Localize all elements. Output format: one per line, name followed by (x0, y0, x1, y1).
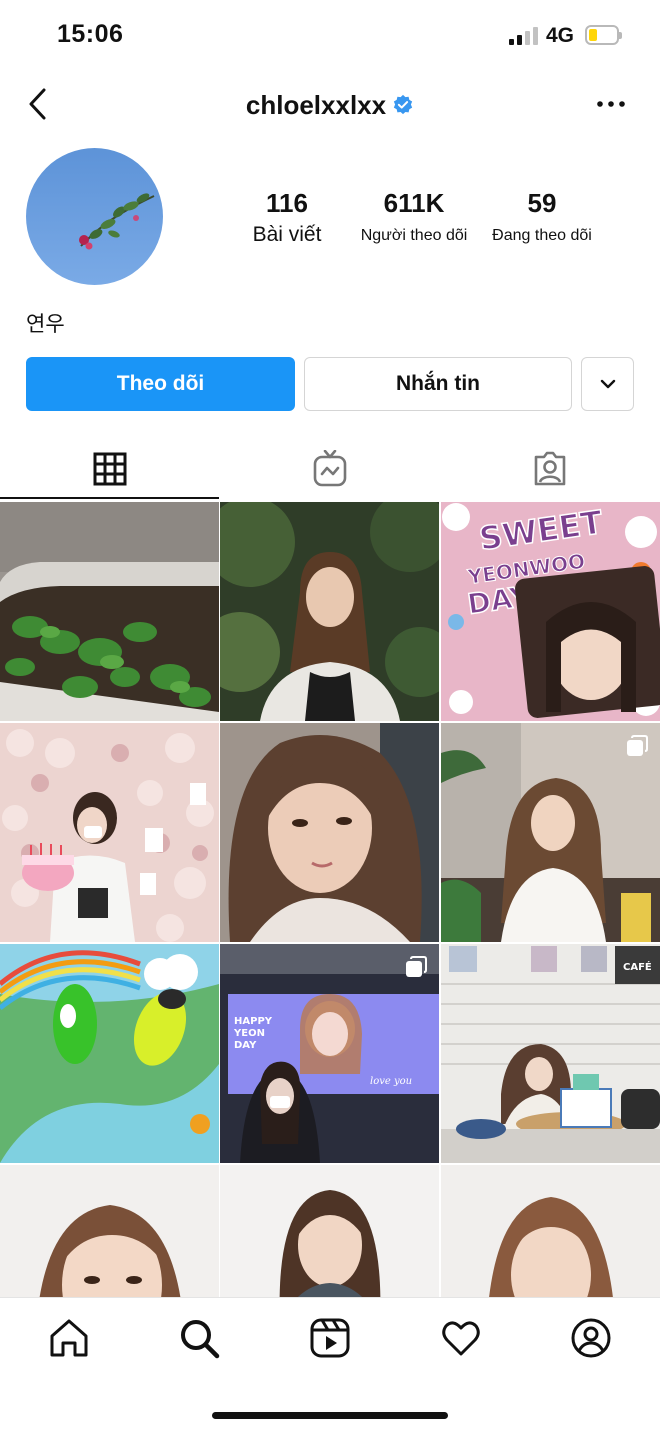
cafe-sign-text: CAFÉ (623, 960, 652, 973)
post-thumbnail[interactable] (441, 1165, 660, 1297)
post-thumbnail[interactable] (0, 1165, 219, 1297)
grid-icon (93, 452, 126, 486)
screen-text: DAY (234, 1040, 257, 1051)
username: chloelxxlxx (245, 90, 387, 120)
post-thumbnail[interactable] (441, 723, 660, 942)
profile-header: chloelxxlxx (0, 72, 660, 142)
tab-tagged[interactable] (440, 440, 660, 498)
post-thumbnail[interactable] (0, 723, 219, 942)
network-type: 4G (546, 24, 575, 47)
tagged-icon (534, 451, 566, 486)
search-icon[interactable] (177, 1316, 221, 1360)
multi-post-icon (627, 735, 648, 756)
tab-posts-grid[interactable] (0, 440, 219, 498)
follow-button[interactable]: Theo dõi (26, 357, 295, 411)
heart-icon[interactable] (439, 1316, 483, 1360)
stat-posts-value: 116 (266, 188, 308, 218)
screen-text: YEON (233, 1028, 265, 1039)
stat-followers-label: Người theo dõi (360, 227, 468, 244)
suggestions-dropdown-button[interactable] (581, 357, 634, 411)
tab-igtv[interactable] (220, 440, 440, 498)
post-thumbnail[interactable] (220, 502, 439, 721)
username-title: chloelxxlxx (0, 90, 660, 121)
stat-posts-label: Bài viết (252, 223, 322, 246)
post-thumbnail[interactable]: HAPPY YEON DAY love you (220, 944, 439, 1163)
home-icon[interactable] (47, 1316, 91, 1360)
stat-following-value: 59 (527, 188, 557, 218)
post-thumbnail[interactable] (220, 723, 439, 942)
reels-icon[interactable] (308, 1316, 352, 1360)
message-button[interactable]: Nhắn tin (304, 357, 572, 411)
active-tab-indicator (0, 497, 219, 499)
screen-text: HAPPY (234, 1016, 273, 1027)
profile-name: 연우 (26, 313, 65, 336)
post-thumbnail[interactable] (220, 1165, 439, 1297)
post-thumbnail[interactable]: SWEET YEONWOO DAY (441, 502, 660, 721)
status-bar: 15:06 4G (0, 0, 660, 72)
stat-following[interactable]: 59 Đang theo dõi (480, 188, 604, 245)
verified-badge-icon (393, 94, 413, 115)
avatar[interactable] (26, 148, 163, 285)
stat-followers-value: 611K (383, 188, 445, 218)
screen-caption: love you (370, 1076, 412, 1087)
posts-grid: SWEET YEONWOO DAY HAPPY YEON DAY love yo… (0, 502, 660, 1297)
battery-icon (585, 25, 622, 45)
post-thumbnail[interactable] (0, 944, 219, 1163)
bottom-navigation (0, 1297, 660, 1430)
multi-post-icon (406, 956, 427, 977)
more-options-icon[interactable] (594, 92, 628, 116)
igtv-icon (313, 450, 347, 487)
profile-icon[interactable] (569, 1316, 613, 1360)
status-time: 15:06 (57, 20, 124, 48)
post-thumbnail[interactable] (0, 502, 219, 721)
post-thumbnail[interactable]: CAFÉ (441, 944, 660, 1163)
chevron-down-icon (600, 379, 615, 389)
stat-followers[interactable]: 611K Người theo dõi (350, 188, 478, 245)
home-indicator (212, 1412, 448, 1419)
stat-following-label: Đang theo dõi (492, 227, 592, 244)
stat-posts[interactable]: 116 Bài viết (240, 188, 334, 247)
signal-icon (509, 27, 539, 45)
